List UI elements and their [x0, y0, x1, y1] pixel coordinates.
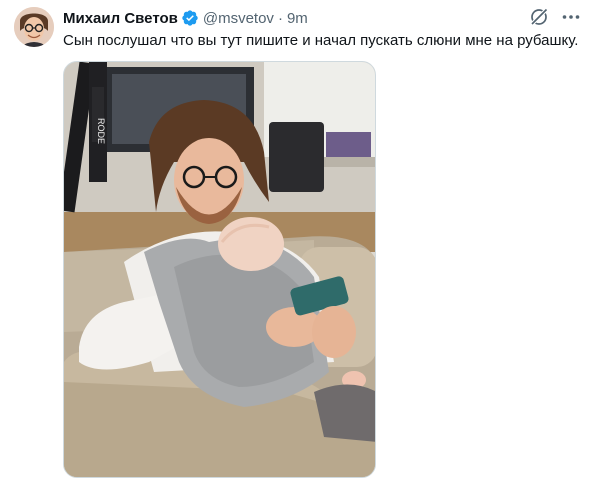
avatar[interactable]: [14, 7, 54, 47]
verified-badge-icon: [181, 9, 199, 27]
separator-dot: ·: [277, 9, 283, 27]
tweet-text: Сын послушал что вы тут пишите и начал п…: [63, 32, 579, 49]
tweet-top-actions: [528, 6, 582, 28]
grok-icon[interactable]: [528, 6, 550, 28]
more-icon[interactable]: [560, 6, 582, 28]
tweet[interactable]: Михаил Светов @msvetov · 9m Сын послушал…: [0, 0, 596, 487]
author-handle[interactable]: @msvetov: [203, 10, 274, 27]
rode-label: RODE: [96, 118, 106, 144]
tweet-photo[interactable]: RODE: [63, 61, 376, 478]
avatar-image: [14, 7, 54, 47]
tweet-timestamp[interactable]: 9m: [287, 10, 308, 27]
tweet-header: Михаил Светов @msvetov · 9m: [63, 8, 308, 28]
photo-illustration: RODE: [64, 62, 375, 477]
author-name[interactable]: Михаил Светов: [63, 10, 178, 27]
